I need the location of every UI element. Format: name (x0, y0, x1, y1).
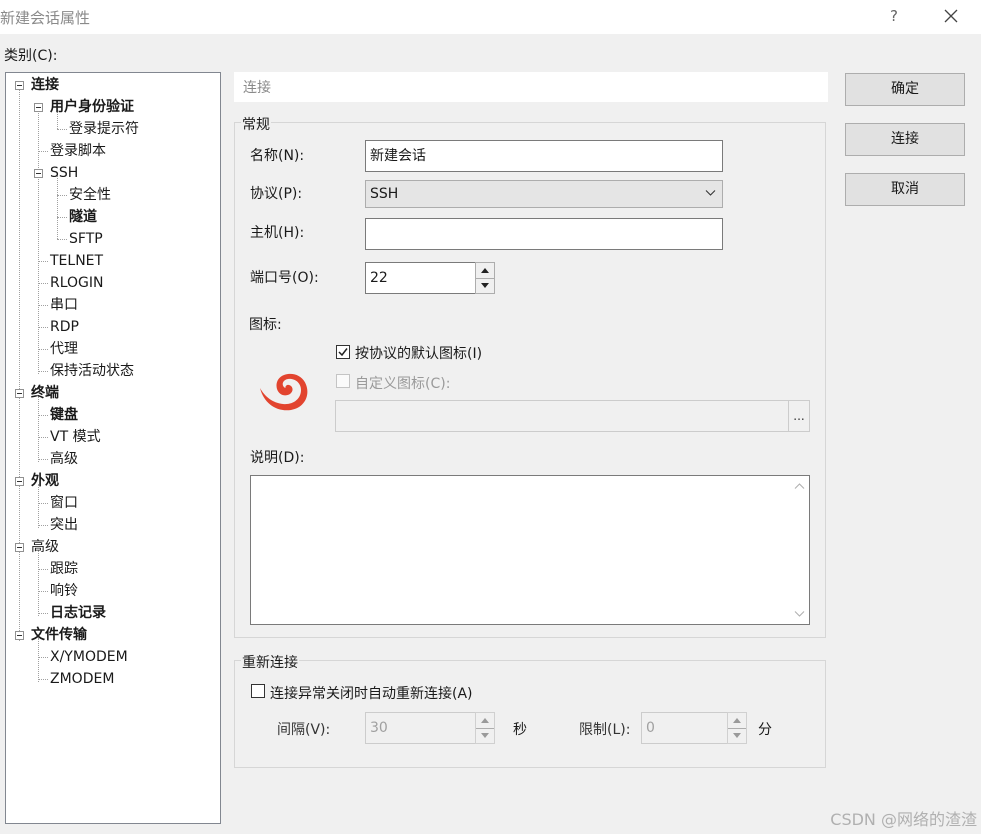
cancel-button[interactable]: 取消 (845, 173, 965, 206)
tree-item[interactable]: 隧道 (69, 206, 97, 228)
collapse-toggle-icon[interactable] (15, 543, 24, 552)
tree-item[interactable]: 串口 (50, 294, 78, 316)
arrow-down-icon (481, 283, 489, 288)
category-label: 类别(C): (4, 48, 58, 64)
connect-button[interactable]: 连接 (845, 123, 965, 156)
tree-item[interactable]: 日志记录 (50, 602, 106, 624)
tree-item[interactable]: 窗口 (50, 492, 78, 514)
title-bar (0, 0, 981, 34)
host-label: 主机(H): (250, 225, 305, 241)
category-tree[interactable]: 连接 用户身份验证 登录提示符 登录脚本 SSH 安全性 隧道 SFTP TELNET RLOGI… (5, 72, 221, 824)
collapse-toggle-icon[interactable] (15, 477, 24, 486)
tree-item[interactable]: 终端 (31, 382, 59, 404)
window-title: 新建会话属性 (0, 9, 91, 27)
tree-item[interactable]: 键盘 (50, 404, 78, 426)
scroll-down-icon[interactable] (794, 610, 805, 618)
section-header (234, 72, 828, 102)
arrow-up-icon (481, 718, 489, 723)
collapse-toggle-icon[interactable] (34, 103, 43, 112)
limit-down-button[interactable] (728, 728, 746, 743)
interval-unit: 秒 (513, 722, 527, 738)
reconnect-group-title: 重新连接 (241, 652, 299, 672)
limit-unit: 分 (758, 722, 772, 738)
arrow-up-icon (733, 718, 741, 723)
limit-spinner[interactable] (727, 712, 747, 744)
description-textarea[interactable] (250, 475, 810, 625)
name-label: 名称(N): (250, 148, 305, 164)
arrow-down-icon (733, 733, 741, 738)
tree-item[interactable]: 登录脚本 (50, 140, 106, 162)
tree-item[interactable]: 连接 (31, 74, 59, 96)
tree-item[interactable]: RDP (50, 316, 79, 338)
protocol-select-value: SSH (370, 186, 399, 202)
port-label: 端口号(O): (250, 270, 319, 286)
default-icon-checkbox[interactable] (336, 345, 350, 359)
tree-item[interactable]: 文件传输 (31, 624, 87, 646)
interval-label: 间隔(V): (277, 722, 331, 738)
host-input[interactable] (365, 218, 723, 250)
limit-label: 限制(L): (579, 722, 631, 738)
custom-icon-checkbox[interactable] (336, 374, 350, 388)
help-button[interactable]: ? (880, 3, 908, 29)
ok-button[interactable]: 确定 (845, 73, 965, 106)
arrow-up-icon (481, 268, 489, 273)
tree-item[interactable]: 高级 (50, 448, 78, 470)
interval-input[interactable]: 30 (365, 712, 477, 744)
tree-item[interactable]: X/YMODEM (50, 646, 128, 668)
chevron-down-icon (705, 190, 716, 196)
port-input[interactable]: 22 (365, 262, 477, 294)
port-down-button[interactable] (476, 278, 494, 293)
section-header-title: 连接 (243, 80, 271, 96)
limit-input[interactable]: 0 (641, 712, 729, 744)
tree-item[interactable]: TELNET (50, 250, 103, 272)
auto-reconnect-label: 连接异常关闭时自动重新连接(A) (270, 686, 473, 702)
tree-item[interactable]: 安全性 (69, 184, 111, 206)
interval-down-button[interactable] (476, 728, 494, 743)
auto-reconnect-checkbox[interactable] (251, 684, 265, 698)
default-icon-label: 按协议的默认图标(I) (355, 346, 483, 362)
close-button[interactable] (934, 3, 968, 29)
arrow-down-icon (481, 733, 489, 738)
name-input[interactable]: 新建会话 (365, 140, 723, 172)
watermark: CSDN @网络的渣渣 (830, 810, 977, 829)
protocol-label: 协议(P): (250, 186, 303, 202)
collapse-toggle-icon[interactable] (34, 169, 43, 178)
tree-item[interactable]: ZMODEM (50, 668, 114, 690)
interval-spinner[interactable] (475, 712, 495, 744)
collapse-toggle-icon[interactable] (15, 389, 24, 398)
tree-item[interactable]: VT 模式 (50, 426, 101, 448)
custom-icon-label: 自定义图标(C): (355, 376, 451, 392)
tree-item[interactable]: 响铃 (50, 580, 78, 602)
xshell-swirl-icon (257, 368, 311, 418)
tree-item[interactable]: 用户身份验证 (50, 96, 134, 118)
port-up-button[interactable] (476, 263, 494, 278)
custom-icon-path-input[interactable] (335, 400, 790, 432)
tree-item[interactable]: SFTP (69, 228, 103, 250)
tree-item[interactable]: 外观 (31, 470, 59, 492)
browse-icon-button[interactable]: ... (788, 400, 810, 432)
tree-item[interactable]: 跟踪 (50, 558, 78, 580)
tree-item[interactable]: SSH (50, 162, 78, 184)
interval-up-button[interactable] (476, 713, 494, 728)
collapse-toggle-icon[interactable] (15, 81, 24, 90)
limit-up-button[interactable] (728, 713, 746, 728)
tree-item[interactable]: 突出 (50, 514, 78, 536)
protocol-select[interactable]: SSH (365, 180, 723, 208)
icon-label: 图标: (249, 317, 282, 333)
port-spinner[interactable] (475, 262, 495, 294)
tree-item[interactable]: 高级 (31, 536, 59, 558)
tree-item[interactable]: 代理 (50, 338, 78, 360)
close-icon (944, 9, 958, 23)
tree-item[interactable]: 登录提示符 (69, 118, 139, 140)
tree-item[interactable]: 保持活动状态 (50, 360, 134, 382)
description-label: 说明(D): (250, 450, 305, 466)
checkmark-icon (338, 348, 348, 357)
general-group-title: 常规 (241, 114, 271, 134)
tree-item[interactable]: RLOGIN (50, 272, 104, 294)
collapse-toggle-icon[interactable] (15, 631, 24, 640)
scroll-up-icon[interactable] (794, 482, 805, 490)
